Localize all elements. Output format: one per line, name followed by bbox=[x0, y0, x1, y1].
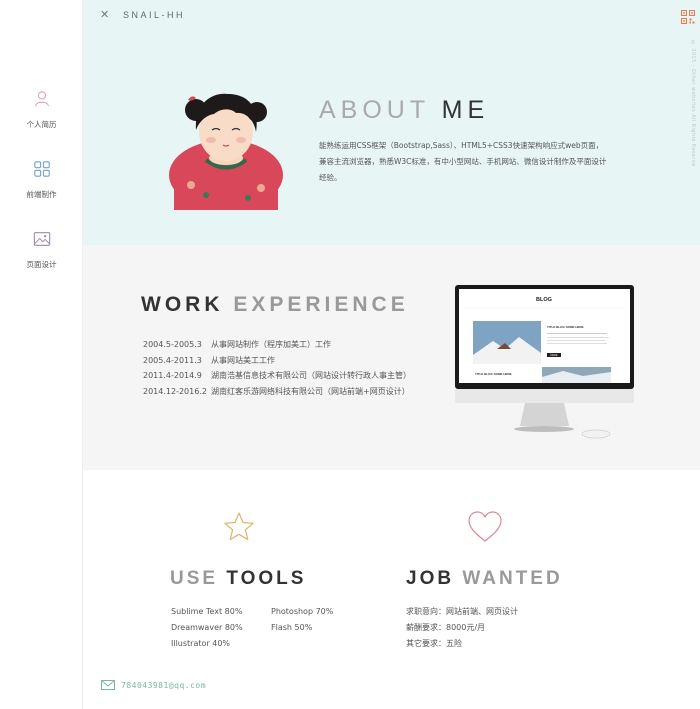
job-title-dark: JOB bbox=[406, 568, 455, 589]
tools-list: Sublime Text 80% Photoshop 70% Dreamwave… bbox=[171, 604, 371, 652]
about-title-light: ABOUT bbox=[319, 96, 430, 124]
person-icon bbox=[34, 91, 49, 107]
copyright-note: © 2015 - Other websites All Rights Reser… bbox=[690, 40, 696, 167]
work-desc: 湖南红客乐游网络科技有限公司（网站前端+网页设计） bbox=[211, 386, 410, 396]
list-item: 其它要求：五险 bbox=[406, 639, 462, 648]
work-desc: 从事网站制作（程序加美工）工作 bbox=[211, 340, 331, 349]
sidebar: 个人简历 前端制作 页面设计 bbox=[0, 0, 83, 709]
tools-title-dark: TOOLS bbox=[226, 568, 307, 589]
job-list: 求职意向：网站前端、网页设计 薪酬要求：8000元/月 其它要求：五险 bbox=[406, 604, 518, 652]
work-title: WORK EXPERIENCE bbox=[141, 293, 409, 317]
work-title-dark: WORK bbox=[141, 293, 224, 316]
site-title: SNAIL-HH bbox=[123, 10, 186, 20]
tool-item: Illustrator 40% bbox=[171, 639, 231, 648]
job-title: JOB WANTED bbox=[406, 568, 563, 590]
close-icon[interactable]: ✕ bbox=[100, 8, 109, 21]
tools-title: USE TOOLS bbox=[170, 568, 306, 590]
work-date: 2005.4-2011.3 bbox=[143, 355, 202, 365]
tool-item: Flash 50% bbox=[271, 623, 313, 632]
sidebar-item-frontend[interactable]: 前端制作 bbox=[0, 160, 83, 201]
sidebar-item-resume[interactable]: 个人简历 bbox=[0, 90, 83, 131]
tool-row: Dreamwaver 80% Flash 50% bbox=[171, 620, 371, 636]
list-item: 薪酬要求：8000元/月 bbox=[406, 623, 486, 632]
list-item: 2014.12-2016.2 湖南红客乐游网络科技有限公司（网站前端+网页设计） bbox=[143, 384, 411, 400]
qr-code-icon[interactable] bbox=[681, 10, 695, 24]
email-text: 784043981@qq.com bbox=[121, 680, 207, 690]
image-icon bbox=[33, 232, 50, 246]
mail-icon bbox=[101, 680, 115, 690]
tools-job-section: USE TOOLS JOB WANTED Sublime Text 80% Ph… bbox=[83, 470, 700, 709]
list-item: 2011.4-2014.9 湖南浩基信息技术有限公司（网站设计转行政人事主管） bbox=[143, 368, 411, 384]
sidebar-item-label: 页面设计 bbox=[26, 260, 57, 269]
work-title-light: EXPERIENCE bbox=[233, 293, 409, 316]
work-date: 2014.12-2016.2 bbox=[143, 386, 207, 396]
avatar bbox=[169, 93, 283, 210]
monitor-blog-heading: BLOG bbox=[536, 297, 552, 303]
job-title-light: WANTED bbox=[462, 568, 563, 589]
email-link[interactable]: 784043981@qq.com bbox=[101, 680, 206, 690]
heart-icon bbox=[468, 511, 502, 542]
sidebar-item-label: 个人简历 bbox=[26, 120, 57, 129]
work-date: 2004.5-2005.3 bbox=[143, 340, 202, 349]
monitor-post-title: TITLE BLOG SOME HERE bbox=[547, 325, 584, 329]
star-icon bbox=[224, 512, 254, 541]
monitor-image: BLOG TITLE BLOG SOME HERE MORE TITLE BLO… bbox=[455, 285, 634, 439]
monitor-more-button: MORE bbox=[550, 354, 558, 357]
about-section: ✕ SNAIL-HH © 2015 - Other websites All R… bbox=[83, 0, 700, 245]
about-title: ABOUT ME bbox=[319, 96, 489, 125]
tool-row: Sublime Text 80% Photoshop 70% bbox=[171, 604, 371, 620]
work-date: 2011.4-2014.9 bbox=[143, 371, 202, 380]
tool-item: Dreamwaver 80% bbox=[171, 623, 243, 632]
tool-item: Photoshop 70% bbox=[271, 607, 334, 616]
grid-icon bbox=[33, 161, 50, 177]
tool-item bbox=[271, 636, 371, 652]
sidebar-item-label: 前端制作 bbox=[26, 190, 57, 199]
about-description: 能熟练运用CSS框架（Bootstrap,Sass）、HTML5+CSS3快速架… bbox=[319, 141, 607, 182]
monitor-post-title-2: TITLE BLOG SOME HERE bbox=[475, 372, 512, 376]
work-desc: 从事网站美工工作 bbox=[211, 355, 275, 365]
list-item: 求职意向：网站前端、网页设计 bbox=[406, 607, 518, 616]
tool-row: Illustrator 40% bbox=[171, 636, 371, 652]
work-section: WORK EXPERIENCE 2004.5-2005.3 从事网站制作（程序加美… bbox=[83, 245, 700, 470]
list-item: 2004.5-2005.3 从事网站制作（程序加美工）工作 bbox=[143, 337, 411, 353]
work-desc: 湖南浩基信息技术有限公司（网站设计转行政人事主管） bbox=[211, 371, 411, 380]
work-list: 2004.5-2005.3 从事网站制作（程序加美工）工作 2005.4-2011… bbox=[143, 337, 411, 399]
tool-item: Sublime Text 80% bbox=[171, 607, 243, 616]
about-title-dark: ME bbox=[441, 96, 490, 124]
tools-title-light: USE bbox=[170, 568, 219, 589]
list-item: 2005.4-2011.3 从事网站美工工作 bbox=[143, 353, 411, 369]
sidebar-item-design[interactable]: 页面设计 bbox=[0, 230, 83, 271]
